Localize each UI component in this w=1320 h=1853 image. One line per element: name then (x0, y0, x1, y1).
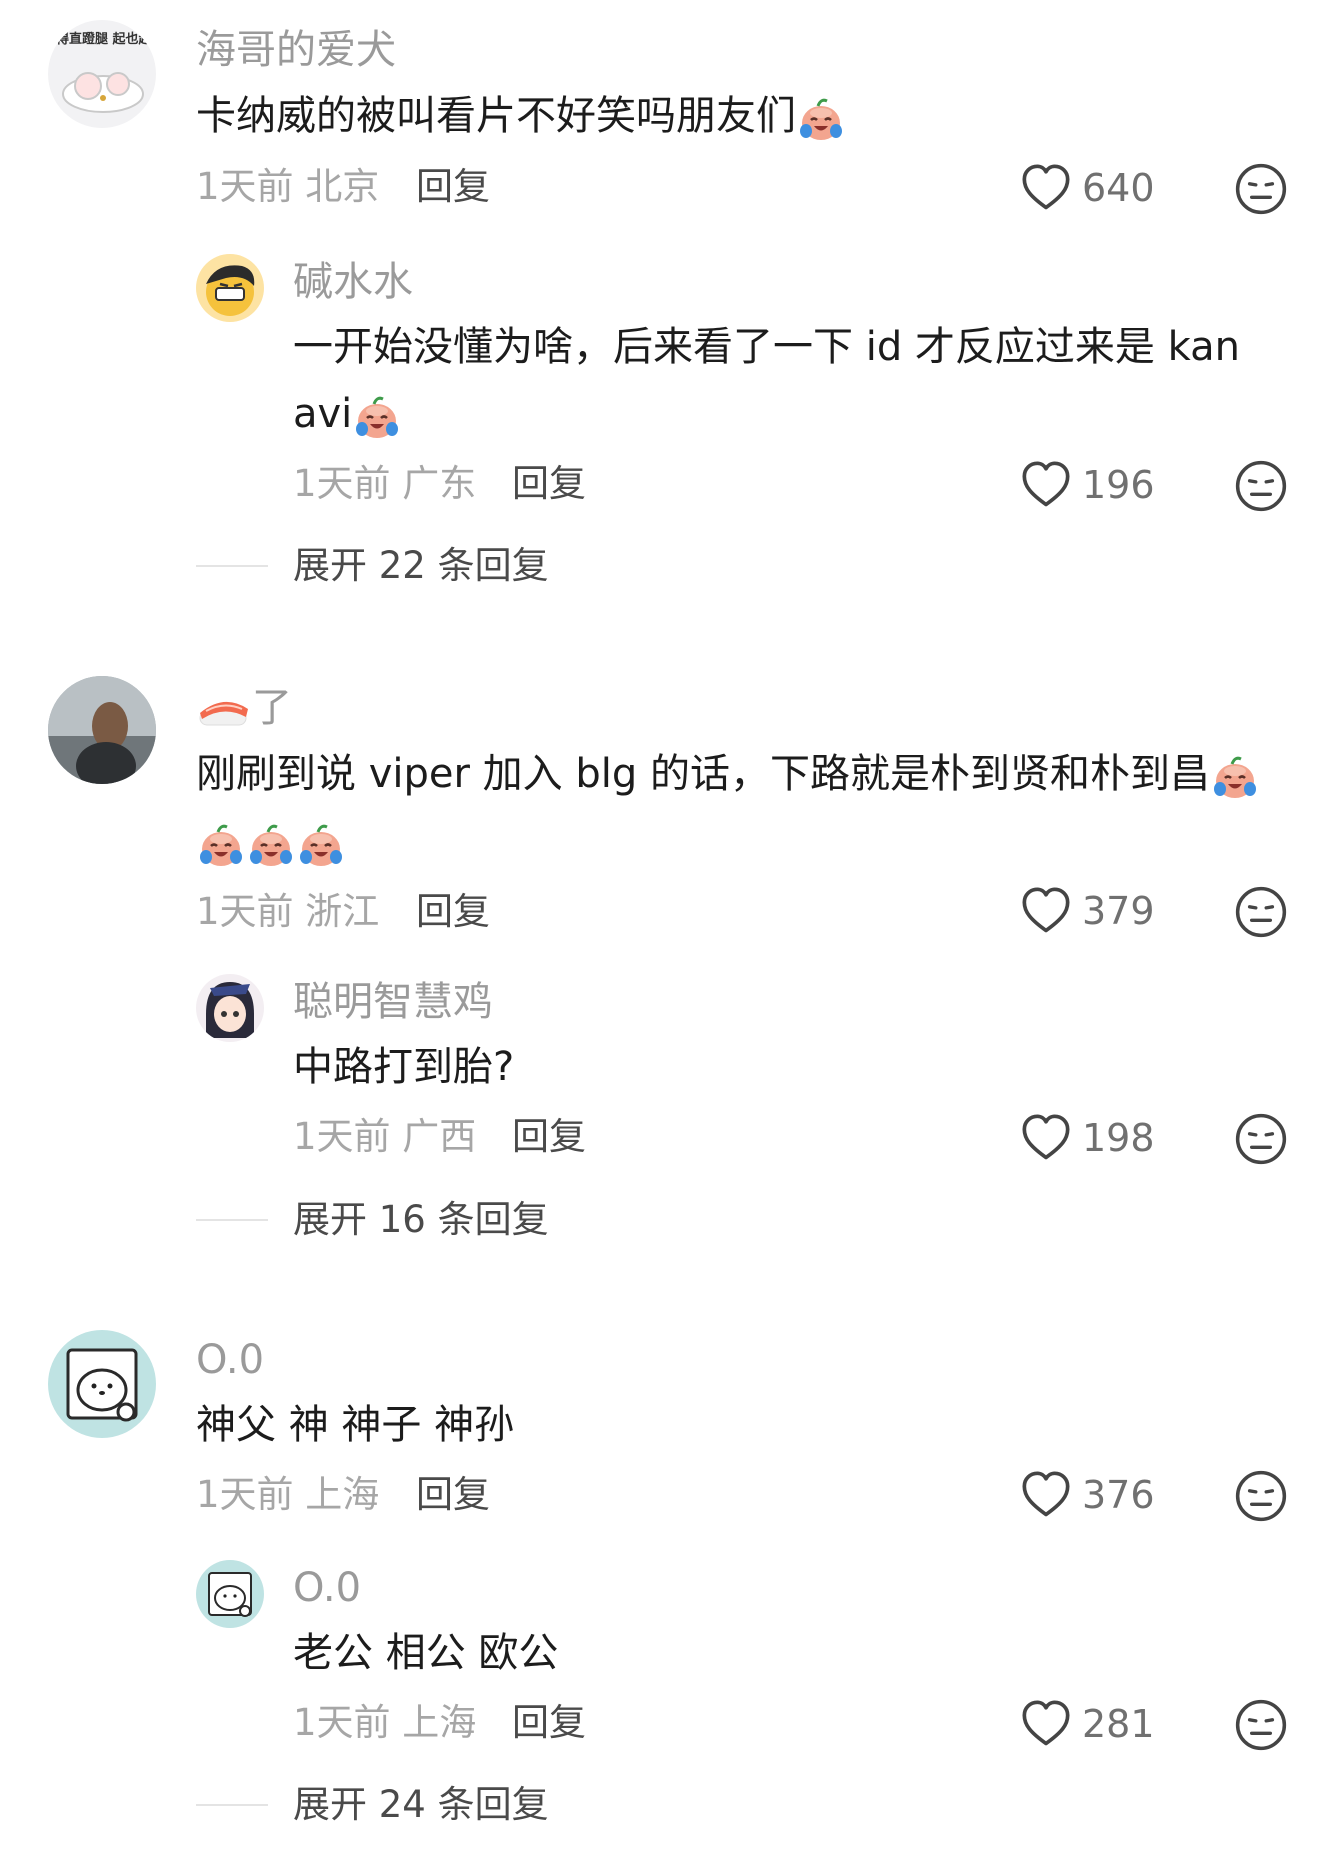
neutral-face-icon[interactable] (1234, 1698, 1288, 1752)
reply-username[interactable]: O.0 (293, 1564, 361, 1612)
reply-text-line: 一开始没懂为啥，后来看了一下 id 才反应过来是 kan (293, 324, 1240, 370)
expand-replies-button[interactable]: 展开 22 条回复 (293, 542, 549, 590)
comment-text-body: 卡纳威的被叫看片不好笑吗朋友们 (196, 93, 796, 139)
reply-text-body: avi (293, 391, 353, 437)
comment-meta: 1天前 北京 (196, 165, 380, 208)
sushi-icon (199, 701, 248, 726)
neutral-face-icon[interactable] (1234, 1469, 1288, 1523)
crying-laughing-emoji (352, 391, 402, 441)
comment-username[interactable]: 了 (196, 684, 292, 733)
avatar[interactable] (196, 254, 264, 322)
crying-laughing-emoji (796, 93, 846, 143)
expand-replies-button[interactable]: 展开 24 条回复 (293, 1781, 549, 1829)
like-button[interactable]: 379 (1020, 885, 1155, 937)
comment-text-line: 刚刷到说 viper 加入 blg 的话，下路就是朴到贤和朴到昌 (196, 741, 1260, 807)
heart-icon (1020, 459, 1072, 511)
neutral-face-icon[interactable] (1234, 885, 1288, 939)
avatar[interactable] (196, 1560, 264, 1628)
like-count: 281 (1082, 1702, 1155, 1746)
reply-text: 老公 相公 欧公 (293, 1630, 559, 1676)
reply-meta: 1天前 广东 (293, 462, 477, 505)
expand-replies-button[interactable]: 展开 16 条回复 (293, 1196, 549, 1244)
neutral-face-icon[interactable] (1234, 162, 1288, 216)
like-button[interactable]: 196 (1020, 459, 1155, 511)
like-button[interactable]: 376 (1020, 1469, 1155, 1521)
neutral-face-icon[interactable] (1234, 459, 1288, 513)
reply-username[interactable]: 碱水水 (293, 258, 413, 306)
heart-icon (1020, 1112, 1072, 1164)
reply-button[interactable]: 回复 (512, 1699, 586, 1747)
heart-icon (1020, 162, 1072, 214)
neutral-face-icon[interactable] (1234, 1112, 1288, 1166)
crying-laughing-emoji (1210, 751, 1260, 801)
comment-username-text: 了 (252, 685, 292, 731)
like-count: 376 (1082, 1473, 1155, 1517)
like-button[interactable]: 640 (1020, 162, 1155, 214)
reply-meta: 1天前 广西 (293, 1115, 477, 1158)
avatar[interactable] (48, 676, 156, 784)
reply-text: 中路打到胎? (293, 1044, 515, 1090)
comment-text: 神父 神 神子 神孙 (196, 1402, 515, 1448)
like-count: 196 (1082, 463, 1155, 507)
crying-laughing-emoji (246, 819, 296, 869)
like-count: 640 (1082, 166, 1155, 210)
reply-meta: 1天前 上海 (293, 1701, 477, 1744)
reply-text-line: avi (293, 381, 402, 447)
like-button[interactable]: 198 (1020, 1112, 1155, 1164)
expand-divider (196, 1219, 268, 1221)
heart-icon (1020, 1469, 1072, 1521)
reply-button[interactable]: 回复 (512, 1113, 586, 1161)
avatar[interactable]: 得直蹬腿 起也起 (48, 20, 156, 128)
reply-button[interactable]: 回复 (416, 888, 490, 936)
reply-button[interactable]: 回复 (416, 163, 490, 211)
reply-button[interactable]: 回复 (512, 460, 586, 508)
reply-button[interactable]: 回复 (416, 1471, 490, 1519)
avatar[interactable] (48, 1330, 156, 1438)
like-count: 379 (1082, 889, 1155, 933)
avatar[interactable] (196, 974, 264, 1042)
avatar-text: 得直蹬腿 起也起 (56, 32, 148, 47)
heart-icon (1020, 1698, 1072, 1750)
crying-laughing-emoji (196, 819, 246, 869)
comment-text-line (196, 809, 346, 875)
crying-laughing-emoji (296, 819, 346, 869)
like-button[interactable]: 281 (1020, 1698, 1155, 1750)
comment-username[interactable]: 海哥的爱犬 (196, 26, 396, 74)
like-count: 198 (1082, 1116, 1155, 1160)
expand-divider (196, 1804, 268, 1806)
comment-meta: 1天前 浙江 (196, 890, 380, 933)
heart-icon (1020, 885, 1072, 937)
comment-meta: 1天前 上海 (196, 1473, 380, 1516)
comment-text-body: 刚刷到说 viper 加入 blg 的话，下路就是朴到贤和朴到昌 (196, 751, 1210, 797)
comment-username[interactable]: O.0 (196, 1336, 264, 1384)
comment-text: 卡纳威的被叫看片不好笑吗朋友们 (196, 83, 846, 149)
expand-divider (196, 565, 268, 567)
reply-username[interactable]: 聪明智慧鸡 (293, 978, 493, 1026)
